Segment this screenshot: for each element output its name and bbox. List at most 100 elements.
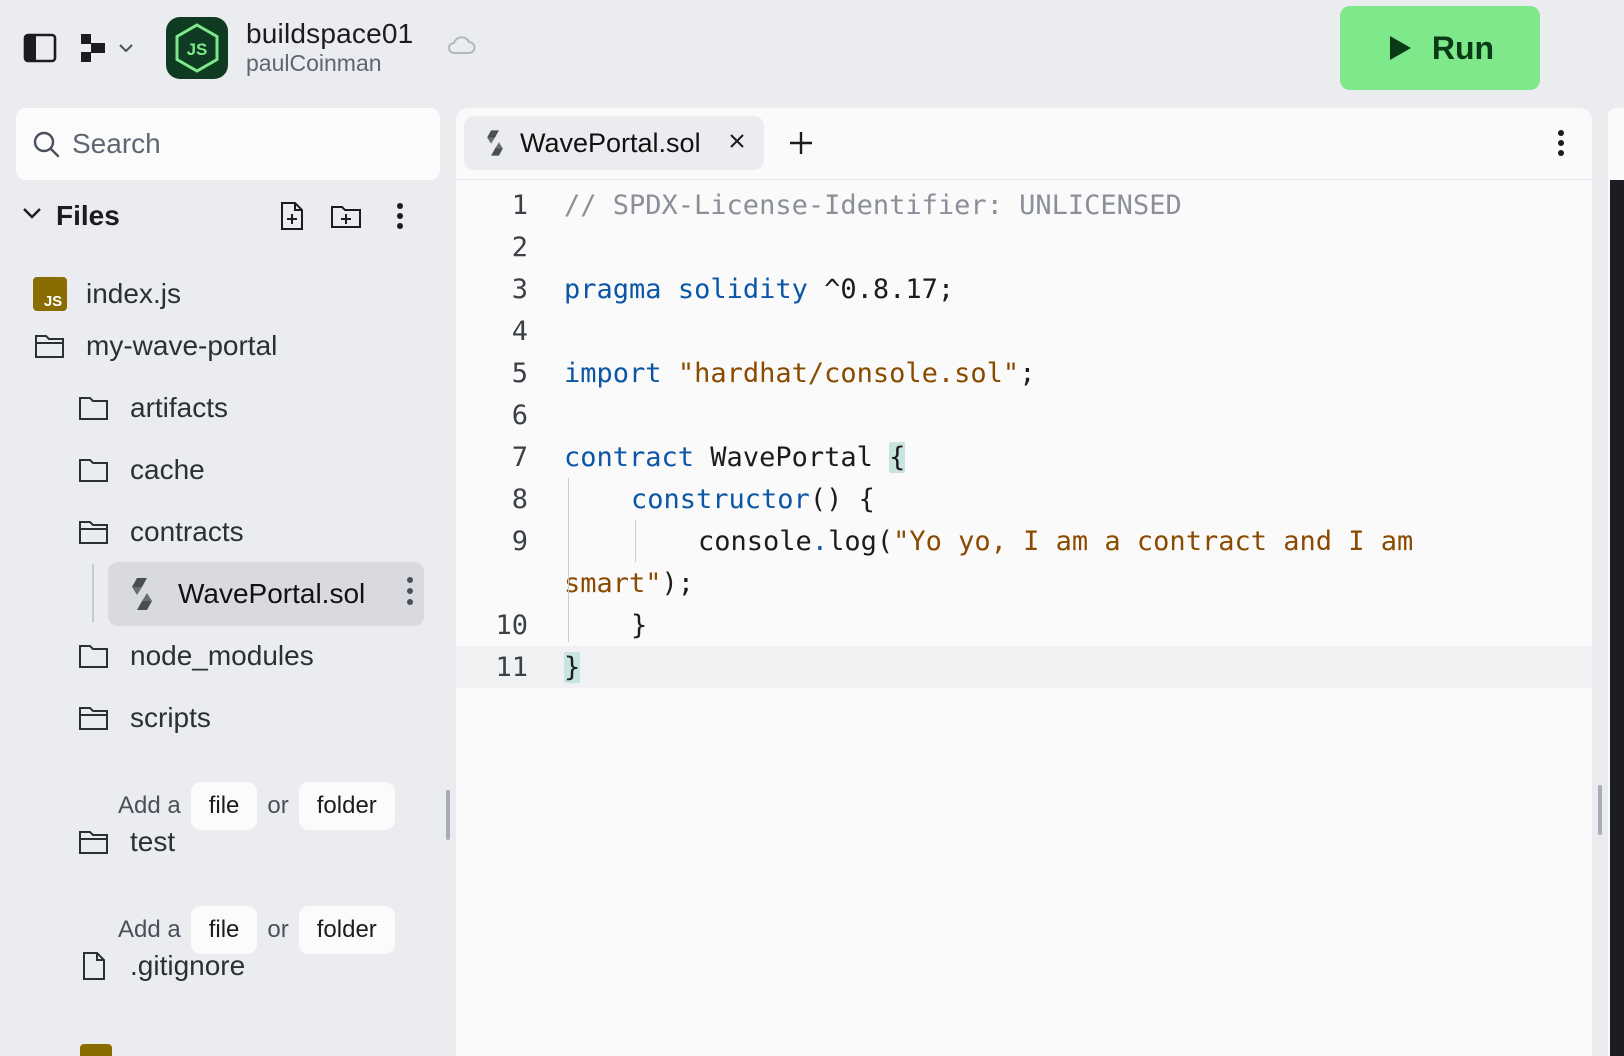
editor-menu-button[interactable] <box>1542 124 1580 162</box>
repl-language-icon[interactable]: JS <box>166 17 228 79</box>
folder-icon <box>76 638 112 674</box>
search-box[interactable] <box>16 108 440 180</box>
line-number: 4 <box>511 316 528 347</box>
repl-name[interactable]: buildspace01 <box>246 18 413 50</box>
tree-indent-guide <box>92 564 94 622</box>
js-file-icon: JS <box>32 276 68 312</box>
new-file-button[interactable] <box>274 198 310 234</box>
editor-resize-handle[interactable] <box>1598 785 1602 835</box>
repl-owner[interactable]: paulCoinman <box>246 50 382 77</box>
line-number: 8 <box>511 484 528 515</box>
tab-waveportal-sol[interactable]: WavePortal.sol <box>464 116 764 170</box>
code-line: 3 pragma solidity ^0.8.17; <box>456 268 1592 310</box>
line-number: 11 <box>495 652 528 683</box>
solidity-file-icon <box>487 130 503 156</box>
close-tab-button[interactable] <box>726 130 748 152</box>
tree-item-label: my-wave-portal <box>86 330 278 361</box>
tree-item-label: artifacts <box>130 392 229 423</box>
tree-item-index-js[interactable]: JS index.js <box>32 266 181 322</box>
code-line-wrapped: smart"); <box>456 562 1592 604</box>
partial-file-icon <box>80 1044 112 1056</box>
sidebar-resize-handle[interactable] <box>446 790 450 840</box>
add-folder-button[interactable]: folder <box>298 782 395 830</box>
tree-item-node-modules[interactable]: node_modules <box>76 628 314 684</box>
solidity-file-icon <box>124 576 160 612</box>
files-menu-button[interactable] <box>382 198 418 234</box>
code-line: 8 constructor() { <box>456 478 1592 520</box>
tree-item-artifacts[interactable]: artifacts <box>76 380 228 436</box>
new-file-icon <box>281 202 303 230</box>
indent-guide <box>635 520 636 562</box>
layout-icon <box>81 34 105 62</box>
folder-icon <box>76 452 112 488</box>
code-line: 2 <box>456 226 1592 268</box>
code-line: 7 contract WavePortal { <box>456 436 1592 478</box>
editor-tab-bar: WavePortal.sol <box>456 108 1592 180</box>
code-text: smart"); <box>564 568 695 599</box>
search-input[interactable] <box>72 128 412 160</box>
code-area[interactable]: 1 // SPDX-License-Identifier: UNLICENSED… <box>456 184 1592 1044</box>
line-number: 10 <box>495 610 528 641</box>
add-prompt-or: or <box>267 792 289 819</box>
close-icon <box>730 134 744 148</box>
files-title: Files <box>56 200 120 231</box>
sidebar-toggle-icon <box>23 33 57 63</box>
code-line: 5 import "hardhat/console.sol"; <box>456 352 1592 394</box>
code-comment: // SPDX-License-Identifier: UNLICENSED <box>564 190 1182 221</box>
code-line: 6 <box>456 394 1592 436</box>
file-options-button[interactable] <box>406 574 414 608</box>
code-text: constructor() { <box>631 484 875 515</box>
tree-item-contracts[interactable]: contracts <box>76 504 244 560</box>
line-number: 6 <box>511 400 528 431</box>
sidebar-toggle-button[interactable] <box>18 28 62 68</box>
more-vertical-icon <box>407 577 413 605</box>
workspace-header: JS buildspace01 paulCoinman Run <box>0 0 1624 104</box>
right-panel-edge <box>1608 108 1624 1056</box>
folder-open-icon <box>76 514 112 550</box>
indent-guide <box>568 478 569 642</box>
add-folder-button[interactable]: folder <box>298 906 395 954</box>
tree-item-label: WavePortal.sol <box>178 578 366 609</box>
code-text: contract WavePortal { <box>564 442 906 473</box>
tree-item-my-wave-portal[interactable]: my-wave-portal <box>32 318 277 374</box>
tree-item-label: cache <box>130 454 205 485</box>
run-button-label: Run <box>1431 29 1495 66</box>
search-icon <box>33 131 60 158</box>
code-line: 4 <box>456 310 1592 352</box>
code-text: import "hardhat/console.sol"; <box>564 358 1036 389</box>
folder-icon <box>76 390 112 426</box>
code-line: 9 console.log("Yo yo, I am a contract an… <box>456 520 1592 562</box>
line-number: 1 <box>511 190 528 221</box>
play-icon <box>1389 36 1411 60</box>
new-folder-icon <box>331 206 361 228</box>
tree-item-label: test <box>130 826 176 857</box>
tree-item-scripts[interactable]: scripts <box>76 690 211 746</box>
tree-item-label: contracts <box>130 516 244 547</box>
line-number: 9 <box>511 526 528 557</box>
layout-menu-button[interactable] <box>74 28 140 68</box>
tree-item-waveportal-sol[interactable]: WavePortal.sol <box>108 562 424 626</box>
folder-open-icon <box>76 824 112 860</box>
files-collapse-chevron-icon[interactable] <box>20 204 44 224</box>
new-tab-button[interactable] <box>782 124 820 162</box>
line-number: 7 <box>511 442 528 473</box>
cloud-icon <box>446 34 476 56</box>
add-file-button[interactable]: file <box>190 782 258 830</box>
new-folder-button[interactable] <box>328 198 364 234</box>
code-line-active: 11 } <box>456 646 1592 688</box>
tree-item-test[interactable]: test <box>76 814 175 870</box>
plus-icon <box>790 132 812 154</box>
folder-open-icon <box>32 328 68 364</box>
chevron-down-icon <box>119 44 133 53</box>
line-number: 2 <box>511 232 528 263</box>
code-text: pragma solidity ^0.8.17; <box>564 274 955 305</box>
code-editor-pane: WavePortal.sol 1 // SPDX-License-Identif… <box>456 108 1592 1056</box>
tree-item-gitignore[interactable]: .gitignore <box>76 938 245 994</box>
code-text: } <box>631 610 648 641</box>
more-vertical-icon <box>1558 130 1564 156</box>
tree-item-cache[interactable]: cache <box>76 442 205 498</box>
run-button[interactable]: Run <box>1340 6 1540 90</box>
folder-open-icon <box>76 700 112 736</box>
code-text: } <box>564 652 581 683</box>
code-text: console.log("Yo yo, I am a contract and … <box>698 526 1414 557</box>
